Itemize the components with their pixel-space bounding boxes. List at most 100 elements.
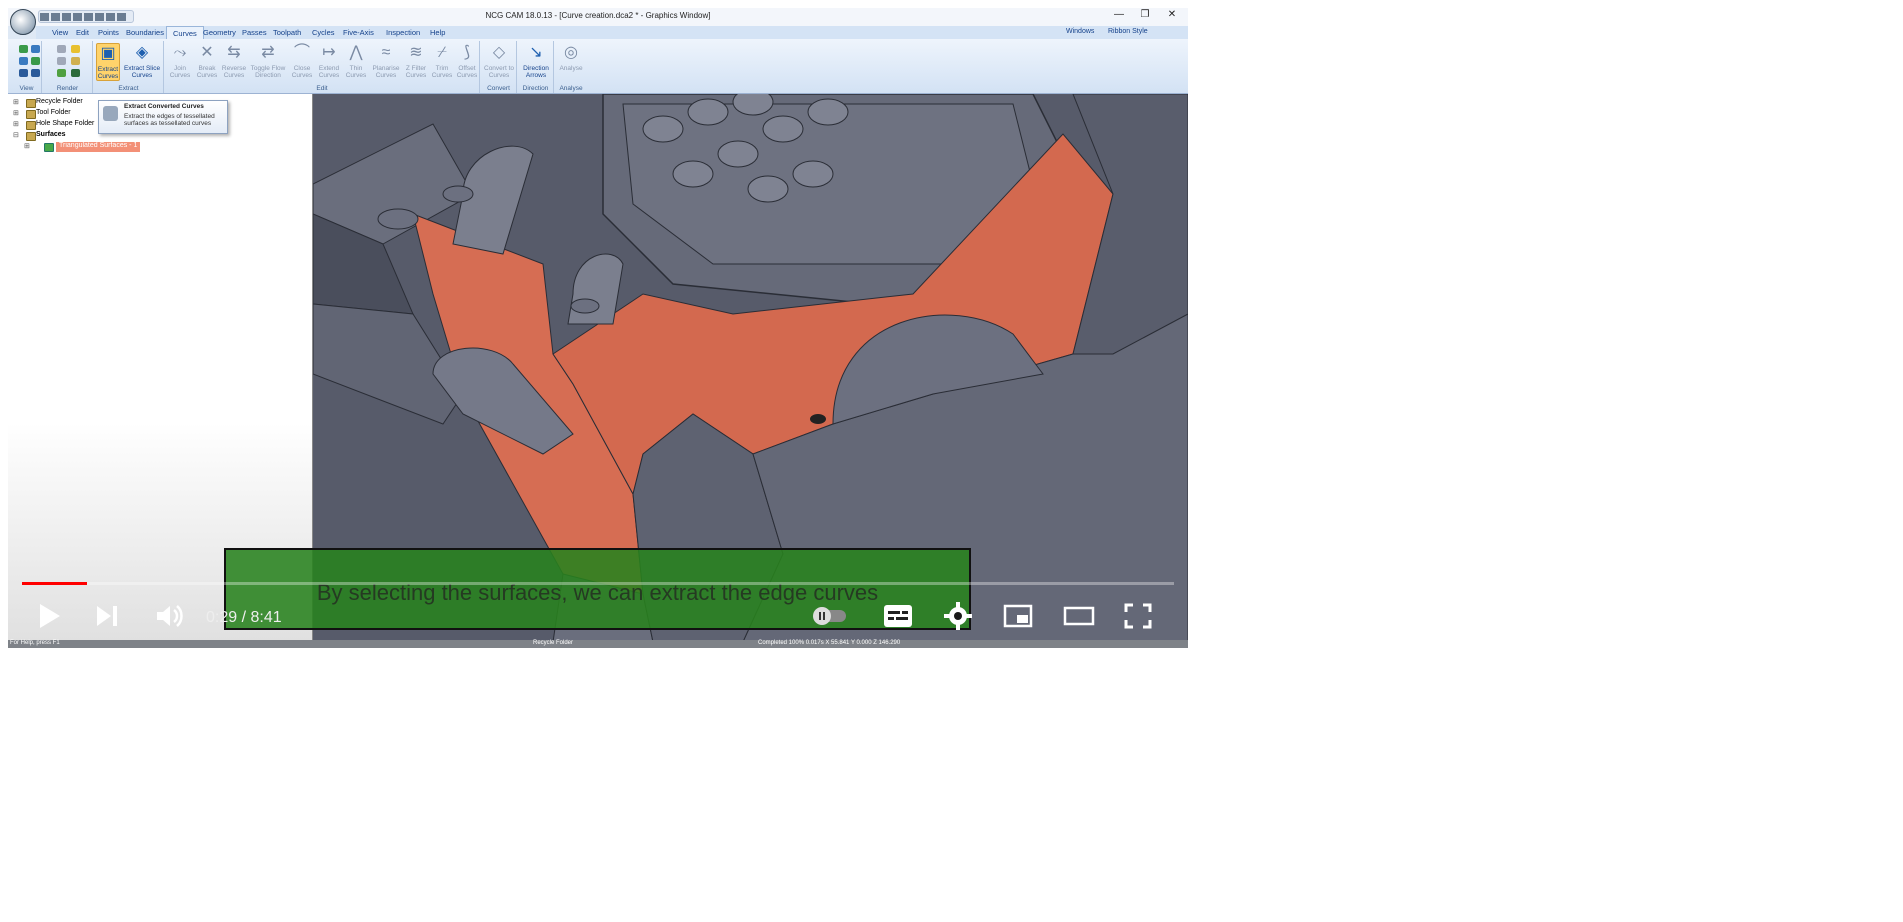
expand-icon[interactable]: ⊞ — [13, 120, 19, 128]
tree-item-tool-folder[interactable]: Tool Folder — [26, 109, 71, 119]
group-label: Render — [56, 85, 79, 92]
subtitles-icon[interactable] — [882, 601, 914, 631]
next-icon[interactable] — [94, 601, 120, 631]
render-icon[interactable] — [57, 57, 66, 65]
video-player[interactable]: NCG CAM 18.0.13 - [Curve creation.dca2 *… — [8, 8, 1188, 648]
group-label: Edit — [316, 85, 328, 92]
direction-arrows-button[interactable]: ↘ Direction Arrows — [521, 43, 551, 81]
tooltip-title: Extract Converted Curves — [124, 103, 204, 110]
button-label: Extract Slice Curves — [123, 65, 161, 79]
menu-toolpath[interactable]: Toolpath — [273, 28, 301, 37]
planarise-curves-button[interactable]: ≈ Planarise Curves — [370, 43, 402, 81]
offset-curves-button[interactable]: ⟆ Offset Curves — [455, 43, 479, 81]
render-icon[interactable] — [71, 57, 80, 65]
menu-inspection[interactable]: Inspection — [386, 28, 420, 37]
group-edit: ⤳ Join Curves ✕ Break Curves ⇆ Reverse Curv… — [165, 41, 480, 93]
tree-item-surfaces[interactable]: Surfaces — [26, 131, 66, 141]
reverse-icon: ⇆ — [227, 44, 241, 61]
menu-bar: View Edit Points Boundaries Curves Geome… — [36, 26, 1188, 39]
close-curve-icon: ⌒ — [293, 44, 310, 61]
title-bar: NCG CAM 18.0.13 - [Curve creation.dca2 *… — [8, 8, 1188, 26]
tree-item-recycle-folder[interactable]: Recycle Folder — [26, 98, 83, 108]
z-filter-curves-button[interactable]: ≋ Z Filter Curves — [403, 43, 429, 81]
extend-curves-button[interactable]: ↦ Extend Curves — [316, 43, 342, 81]
menu-edit[interactable]: Edit — [76, 28, 89, 37]
menu-windows[interactable]: Windows — [1066, 28, 1094, 35]
expand-icon[interactable]: ⊞ — [13, 98, 19, 106]
collapse-icon[interactable]: ⊟ — [13, 131, 19, 139]
analyse-button[interactable]: ◎ Analyse — [558, 43, 584, 81]
convert-to-curves-button[interactable]: ◇ Convert to Curves — [484, 43, 514, 81]
tooltip: Extract Converted Curves Extract the edg… — [98, 100, 228, 134]
button-label: Reverse Curves — [221, 65, 247, 79]
render-icon[interactable] — [57, 45, 66, 53]
render-icon[interactable] — [71, 69, 80, 77]
menu-five-axis[interactable]: Five-Axis — [343, 28, 374, 37]
settings-gear-icon[interactable] — [942, 601, 974, 631]
thin-icon: ⋀ — [349, 44, 363, 61]
button-label: Convert to Curves — [484, 65, 514, 79]
tooltip-description: Extract the edges of tessellated surface… — [124, 113, 215, 127]
planarise-icon: ≈ — [381, 44, 391, 61]
view-icon[interactable] — [19, 57, 28, 65]
theater-mode-icon[interactable] — [1062, 601, 1096, 631]
menu-help[interactable]: Help — [430, 28, 445, 37]
menu-points[interactable]: Points — [98, 28, 119, 37]
autoplay-toggle-icon[interactable] — [810, 606, 850, 626]
progress-bar[interactable] — [22, 582, 1174, 585]
button-label: Analyse — [559, 65, 583, 72]
button-label: Toggle Flow Direction — [250, 65, 286, 79]
expand-icon[interactable]: ⊞ — [24, 142, 30, 150]
zoom-icon[interactable] — [19, 69, 28, 77]
trim-icon: ⌿ — [437, 44, 447, 61]
join-curves-button[interactable]: ⤳ Join Curves — [167, 43, 193, 81]
menu-cycles[interactable]: Cycles — [312, 28, 335, 37]
tree-item-hole-shape-folder[interactable]: Hole Shape Folder — [25, 120, 94, 130]
trim-curves-button[interactable]: ⌿ Trim Curves — [430, 43, 454, 81]
button-label: Trim Curves — [431, 65, 453, 79]
button-label: Offset Curves — [456, 65, 478, 79]
time-display: 0:29 / 8:41 — [206, 609, 282, 626]
minimize-button[interactable]: — — [1110, 9, 1128, 20]
render-icon[interactable] — [57, 69, 66, 77]
toggle-flow-direction-button[interactable]: ⇄ Toggle Flow Direction — [248, 43, 288, 81]
group-label: Analyse — [559, 85, 583, 92]
menu-ribbon-style[interactable]: Ribbon Style — [1108, 28, 1148, 35]
render-icon[interactable] — [71, 45, 80, 53]
group-label: Direction — [522, 85, 549, 92]
button-label: Thin Curves — [345, 65, 367, 79]
reverse-curves-button[interactable]: ⇆ Reverse Curves — [221, 43, 247, 81]
group-label: Convert — [487, 85, 510, 92]
app-logo-icon[interactable] — [10, 9, 36, 35]
restore-button[interactable]: ❐ — [1136, 9, 1154, 20]
menu-boundaries[interactable]: Boundaries — [126, 28, 164, 37]
break-curves-button[interactable]: ✕ Break Curves — [194, 43, 220, 81]
fullscreen-icon[interactable] — [1122, 601, 1154, 631]
extract-curves-icon: ▣ — [100, 45, 116, 62]
miniplayer-icon[interactable] — [1002, 601, 1034, 631]
progress-fill — [22, 582, 87, 585]
menu-passes[interactable]: Passes — [242, 28, 267, 37]
pan-icon[interactable] — [31, 69, 40, 77]
menu-curves[interactable]: Curves — [166, 26, 204, 39]
window-title: NCG CAM 18.0.13 - [Curve creation.dca2 *… — [485, 11, 711, 20]
group-extract: ▣ Extract Curves ◈ Extract Slice Curves Ex… — [94, 41, 164, 93]
menu-geometry[interactable]: Geometry — [203, 28, 236, 37]
thin-curves-button[interactable]: ⋀ Thin Curves — [343, 43, 369, 81]
group-label: View — [19, 85, 34, 92]
expand-icon[interactable]: ⊞ — [13, 109, 19, 117]
tree-item-triangulated-surfaces[interactable]: Triangulated Surfaces - 1 — [43, 142, 141, 152]
close-curves-button[interactable]: ⌒ Close Curves — [289, 43, 315, 81]
ribbon-toolbar: View Render ▣ Extract Curves ◈ Extract Sli… — [8, 39, 1188, 94]
view-icon[interactable] — [31, 57, 40, 65]
view-icon[interactable] — [31, 45, 40, 53]
play-icon[interactable] — [36, 601, 62, 631]
extract-curves-button[interactable]: ▣ Extract Curves — [96, 43, 120, 81]
close-button[interactable]: ✕ — [1163, 9, 1181, 20]
menu-view[interactable]: View — [52, 28, 68, 37]
extract-slice-curves-button[interactable]: ◈ Extract Slice Curves — [122, 43, 162, 81]
offset-icon: ⟆ — [463, 44, 471, 61]
volume-icon[interactable] — [154, 601, 184, 631]
view-icon[interactable] — [19, 45, 28, 53]
extract-curves-icon — [103, 106, 118, 121]
